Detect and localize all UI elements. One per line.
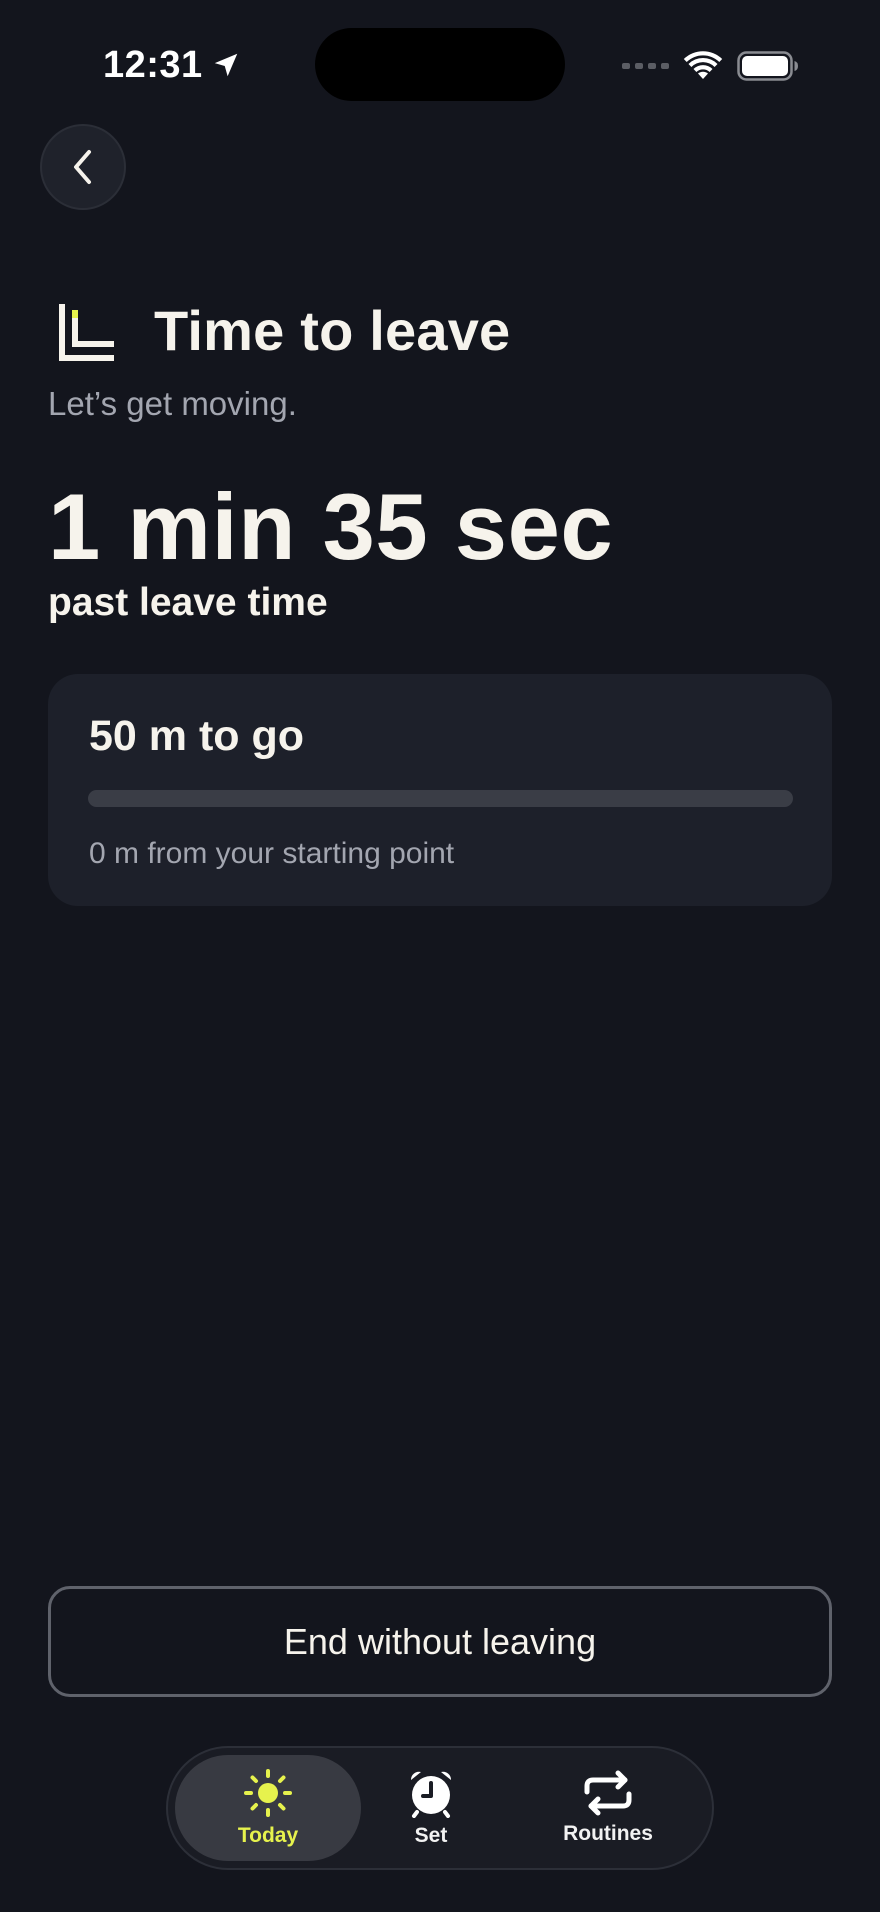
tab-today-label: Today (237, 1824, 299, 1847)
distance-remaining: 50 m to go (89, 712, 305, 760)
battery-icon (737, 51, 799, 81)
tab-routines[interactable]: Routines (514, 1755, 702, 1861)
tab-set-label: Set (414, 1824, 448, 1847)
back-button[interactable] (40, 124, 126, 210)
distance-progress-bar (88, 790, 793, 807)
elapsed-time-caption: past leave time (48, 581, 328, 624)
title-row: Time to leave (58, 296, 510, 366)
dynamic-island (315, 28, 565, 101)
repeat-icon (581, 1770, 635, 1816)
chevron-left-icon (66, 147, 100, 187)
elapsed-time: 1 min 35 sec (48, 474, 614, 579)
sun-icon (241, 1768, 295, 1818)
tab-routines-label: Routines (563, 1822, 653, 1845)
distance-card: 50 m to go 0 m from your starting point (48, 674, 832, 906)
alarm-clock-icon (406, 1768, 456, 1818)
app-logo-icon (58, 300, 116, 362)
status-bar-indicators (622, 46, 799, 86)
cellular-signal-icon (622, 63, 669, 69)
tab-set[interactable]: Set (348, 1755, 514, 1861)
leave-screen: 12:31 Time to leave Let’s get moving. 1 … (0, 0, 880, 1912)
location-arrow-icon (211, 50, 241, 80)
status-time-text: 12:31 (103, 43, 203, 86)
page-title: Time to leave (154, 299, 511, 362)
status-bar-time: 12:31 (103, 40, 241, 90)
page-subtitle: Let’s get moving. (48, 385, 297, 422)
end-without-leaving-button[interactable]: End without leaving (48, 1586, 832, 1697)
tab-bar: Today Set Routines (166, 1746, 714, 1870)
tab-today[interactable]: Today (175, 1755, 361, 1861)
wifi-icon (683, 51, 723, 81)
distance-from-start: 0 m from your starting point (89, 837, 455, 870)
